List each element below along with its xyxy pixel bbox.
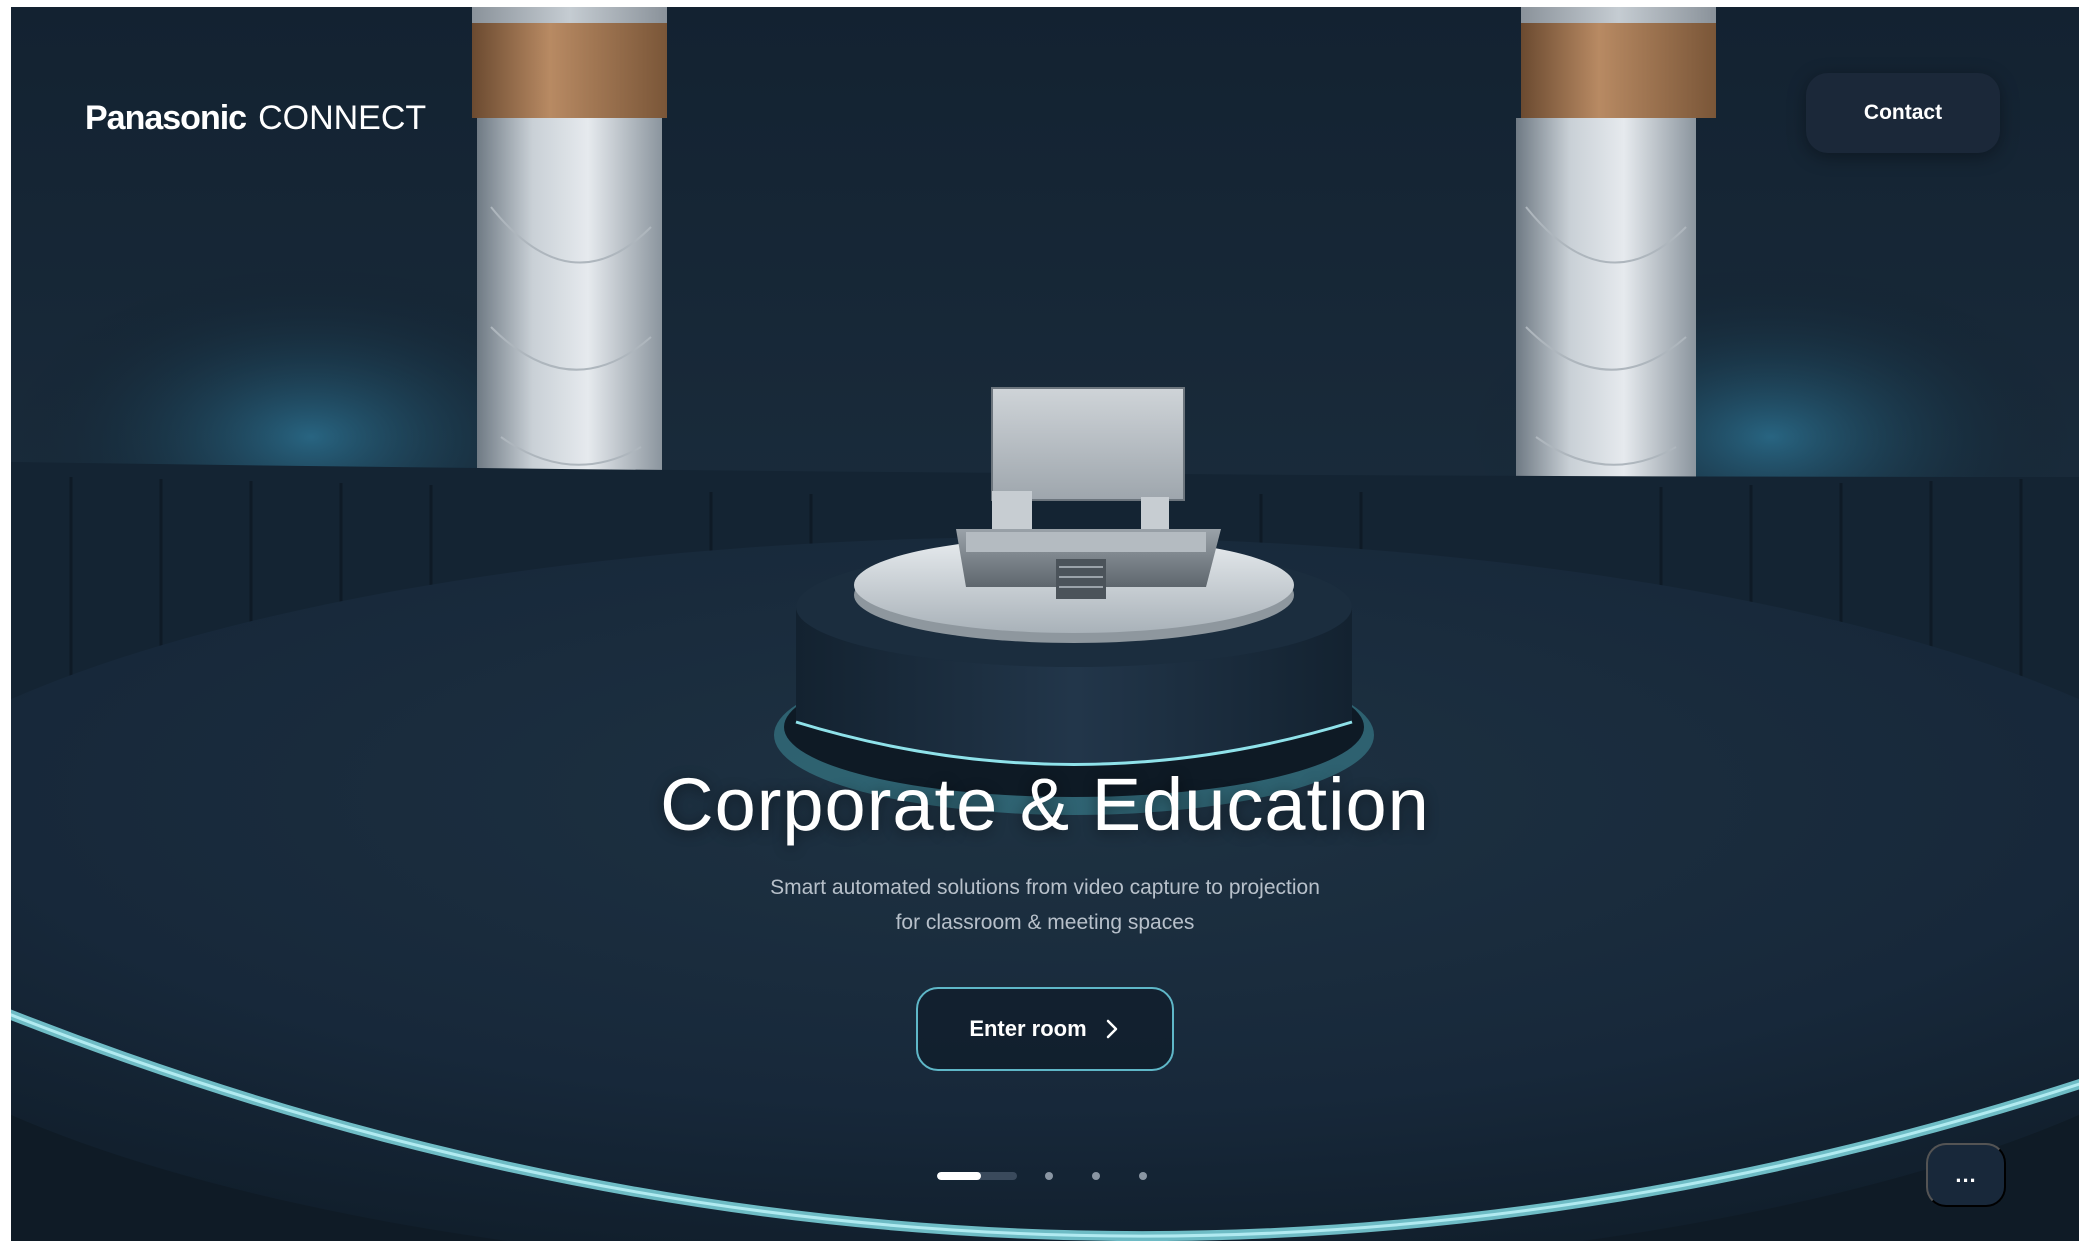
enter-room-button[interactable]: Enter room [916, 987, 1174, 1071]
pillar-left [472, 7, 667, 518]
more-options-button[interactable]: ... [1926, 1143, 2006, 1207]
logo-brand: Panasonic [85, 99, 247, 137]
logo-product: CONNECT [258, 99, 427, 137]
hero-section: Corporate & Education Smart automated so… [11, 762, 2079, 940]
slide-pager [11, 1167, 2079, 1187]
enter-room-label: Enter room [969, 1016, 1087, 1041]
pager-active-indicator[interactable] [937, 1172, 1017, 1180]
pager-dot-3[interactable] [1092, 1172, 1100, 1180]
pager-dot-2[interactable] [1045, 1172, 1053, 1180]
contact-button[interactable]: Contact [1806, 73, 2000, 153]
viewport: Panasonic CONNECT Contact Corporate & Edu… [11, 7, 2079, 1241]
classroom-model [956, 387, 1221, 599]
hero-subtitle-line-2: for classroom & meeting spaces [895, 911, 1195, 934]
hero-title: Corporate & Education [660, 763, 1430, 846]
chevron-right-icon [1106, 1019, 1117, 1039]
hero-subtitle: Smart automated solutions from video cap… [11, 870, 2079, 940]
more-dots-icon: ... [1955, 1162, 1977, 1187]
hero-subtitle-line-1: Smart automated solutions from video cap… [770, 876, 1320, 899]
pager-dot-4[interactable] [1139, 1172, 1147, 1180]
panasonic-connect-logo[interactable]: Panasonic CONNECT [85, 95, 426, 141]
pillar-right [1516, 7, 1716, 518]
pager-progress-fill [937, 1172, 981, 1180]
